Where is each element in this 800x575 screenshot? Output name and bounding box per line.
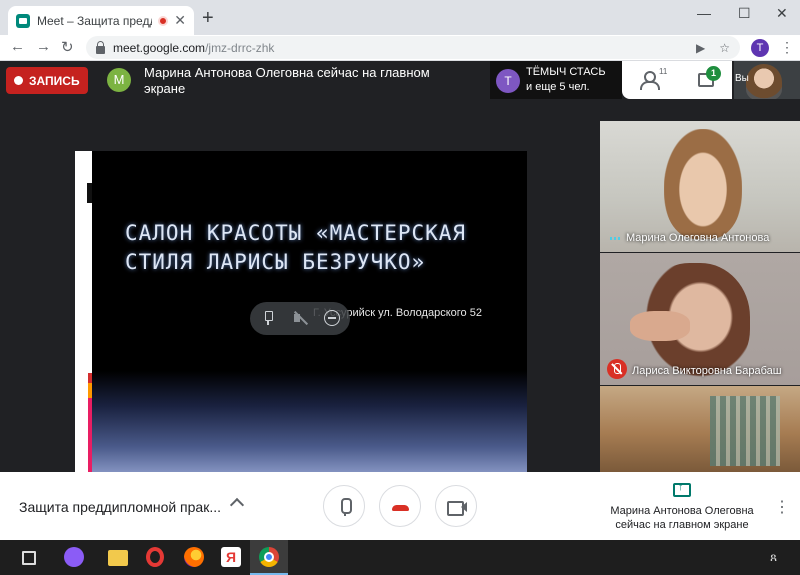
meet-bottom-bar: Защита преддипломной прак... Марина Анто… [0, 472, 800, 540]
presentation-stage: САЛОН КРАСОТЫ «МАСТЕРСКАЯ СТИЛЯ ЛАРИСЫ Б… [0, 99, 600, 472]
participant-more: и еще 5 чел. [526, 81, 590, 93]
chevron-up-icon[interactable] [229, 497, 245, 513]
people-icon[interactable] [640, 71, 660, 90]
url-path: /jmz-drrc-zhk [205, 40, 275, 55]
yandex-browser-icon[interactable]: Я [221, 547, 241, 567]
tab-close-icon[interactable]: ✕ [174, 12, 186, 29]
presenter-status: Марина Антонова Олеговна сейчас на главн… [144, 65, 430, 96]
browser-toolbar: ← → ↻ meet.google.com/jmz-drrc-zhk ▶ ☆ T… [0, 35, 800, 61]
browser-menu-icon[interactable]: ⋮ [780, 39, 794, 56]
participant-tile[interactable]: Марина Олеговна Антонова [600, 121, 800, 252]
forward-button[interactable]: → [36, 38, 51, 55]
tile-hover-controls [250, 302, 350, 335]
recording-indicator-icon [158, 15, 169, 26]
url-host: meet.google.com [113, 40, 206, 55]
people-taskbar-icon[interactable]: ጸ [770, 550, 790, 570]
participant-name: ТЁМЫЧ СТАСЬ [526, 66, 606, 78]
remove-icon[interactable] [324, 310, 340, 326]
microphone-button[interactable] [323, 485, 365, 527]
minimize-button[interactable]: — [697, 5, 711, 21]
new-tab-button[interactable]: + [202, 8, 214, 28]
recording-button[interactable]: ЗАПИСЬ [6, 67, 88, 94]
close-window-button[interactable]: ✕ [776, 5, 788, 22]
participant-avatar: T [496, 69, 520, 93]
chrome-icon[interactable] [259, 547, 279, 567]
tab-title: Meet – Защита преддипломной [37, 13, 152, 28]
profile-avatar[interactable]: T [751, 39, 769, 57]
participants-preview[interactable]: T ТЁМЫЧ СТАСЬ и еще 5 чел. [490, 61, 622, 99]
opera-icon[interactable] [146, 547, 164, 567]
camera-button[interactable] [435, 485, 477, 527]
slide-title: САЛОН КРАСОТЫ «МАСТЕРСКАЯ СТИЛЯ ЛАРИСЫ Б… [125, 221, 467, 274]
chat-badge: 1 [706, 66, 721, 81]
firefox-icon[interactable] [184, 547, 204, 567]
browser-tab-strip: Meet – Защита преддипломной ✕ + — ☐ ✕ [0, 0, 800, 35]
slide-bar-block [87, 183, 92, 203]
present-screen-icon[interactable] [673, 481, 691, 497]
presenting-status[interactable]: Марина Антонова Олеговна сейчас на главн… [600, 504, 764, 532]
self-video [746, 64, 782, 99]
presenter-avatar: M [107, 68, 131, 92]
participant-tile-name: Лариса Викторовна Барабаш [632, 365, 782, 377]
participant-tile[interactable]: Лариса Викторовна Барабаш [600, 253, 800, 385]
mic-off-icon [607, 359, 627, 379]
alice-assistant-icon[interactable] [64, 547, 84, 567]
people-count: 11 [659, 67, 668, 76]
hang-up-button[interactable] [379, 485, 421, 527]
meeting-details-button[interactable]: Защита преддипломной прак... [19, 499, 221, 515]
record-dot-icon [14, 76, 23, 85]
maximize-button[interactable]: ☐ [738, 5, 751, 22]
more-options-icon[interactable]: ⋮ [774, 497, 790, 517]
mute-disabled-icon[interactable] [292, 310, 308, 326]
meet-favicon-icon [16, 13, 30, 28]
meet-side-controls: 11 1 [622, 61, 732, 99]
bookmark-star-icon[interactable]: ☆ [719, 41, 730, 55]
participant-tile-name: Марина Олеговна Антонова [610, 232, 769, 244]
windows-taskbar: Я ጸ [0, 540, 800, 575]
task-view-icon[interactable] [22, 551, 36, 565]
back-button[interactable]: ← [10, 38, 25, 55]
self-view-thumbnail[interactable]: Вы [734, 61, 800, 99]
reload-button[interactable]: ↻ [61, 38, 74, 56]
participant-video [664, 129, 742, 239]
participant-hands [630, 311, 690, 341]
self-label: Вы [735, 73, 749, 84]
browser-tab-meet[interactable]: Meet – Защита преддипломной ✕ [8, 6, 194, 35]
participant-video [710, 396, 780, 466]
camera-in-use-icon[interactable]: ▶ [696, 41, 705, 55]
slide-glow [92, 371, 527, 472]
recording-label: ЗАПИСЬ [29, 73, 80, 88]
pin-icon[interactable] [260, 310, 276, 326]
file-explorer-icon[interactable] [108, 550, 128, 566]
address-bar[interactable]: meet.google.com/jmz-drrc-zhk ▶ ☆ [86, 36, 740, 59]
participant-tile[interactable] [600, 386, 800, 472]
lock-icon [96, 40, 105, 54]
